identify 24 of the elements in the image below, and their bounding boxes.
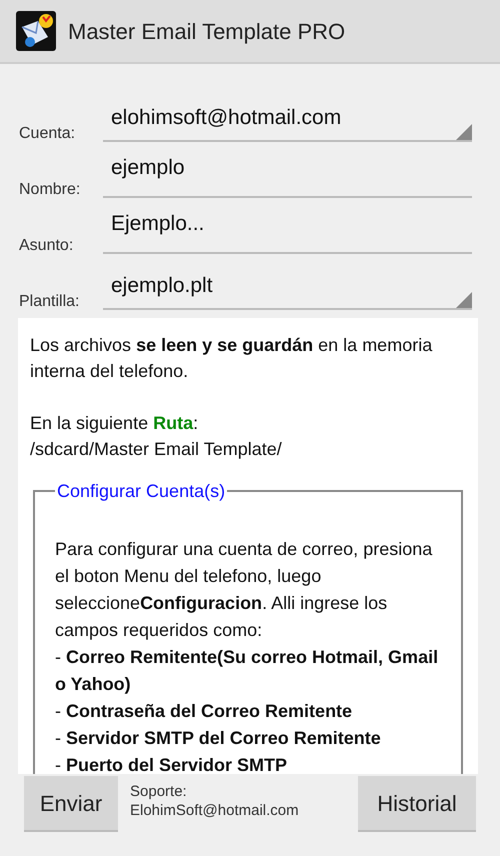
path-intro: En la siguiente Ruta: — [30, 412, 200, 435]
envelope-icon — [16, 11, 56, 51]
required-field-item: - Correo Remitente(Su correo Hotmail, Gmail o Yahoo) — [55, 646, 440, 696]
required-field-item: - Contraseña del Correo Remitente — [55, 700, 354, 723]
send-button[interactable]: Enviar — [24, 776, 118, 832]
window-title: Master Email Template PRO — [68, 18, 346, 46]
dropdown[interactable]: ejemplo.plt — [103, 264, 472, 310]
field-label: Nombre: — [19, 180, 82, 200]
history-button[interactable]: Historial — [358, 776, 476, 832]
dropdown[interactable]: elohimsoft@hotmail.com — [103, 96, 472, 142]
required-field-item: - Servidor SMTP del Correo Remitente — [55, 727, 382, 750]
support-email: ElohimSoft@hotmail.com — [130, 801, 299, 820]
field-label: Plantilla: — [19, 292, 80, 312]
input-field[interactable]: ejemplo — [103, 148, 472, 198]
storage-note: Los archivos se leen y se guardán en la memoria interna del telefono. — [30, 334, 434, 383]
dropdown-corner-icon — [456, 292, 472, 308]
support-label: Soporte: — [130, 782, 188, 801]
required-field-item: - Puerto del Servidor SMTP — [55, 754, 288, 774]
field-label: Cuenta: — [19, 124, 76, 144]
input-field[interactable]: Ejemplo... — [103, 204, 472, 254]
field-label: Asunto: — [19, 236, 74, 256]
dropdown-corner-icon — [456, 124, 472, 140]
setup-instructions: Para configurar una cuenta de correo, presiona el boton Menu del telefono, luego seleccioneConfiguracion. Alli ingrese los campos requeridos como: — [55, 538, 434, 642]
path-text: /sdcard/Master Email Template/ — [30, 438, 283, 461]
